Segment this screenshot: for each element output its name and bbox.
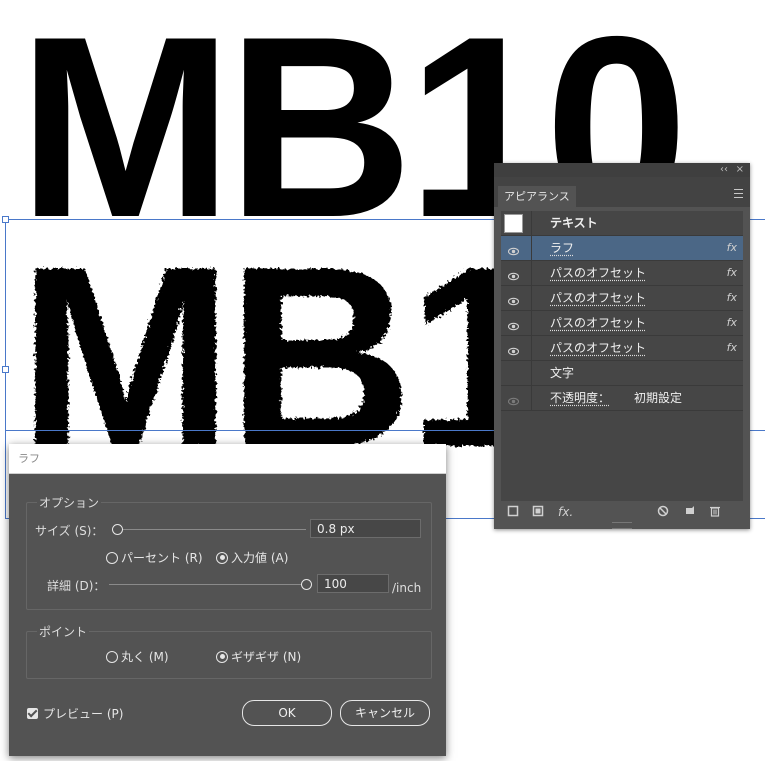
fx-effect-icon[interactable]: fx xyxy=(727,311,737,335)
fx-effect-icon[interactable]: fx xyxy=(727,261,737,285)
duplicate-item-icon[interactable] xyxy=(684,505,696,521)
panel-menu-icon[interactable] xyxy=(734,189,743,198)
appearance-row-label: 不透明度： xyxy=(550,391,611,405)
smooth-radio[interactable]: 丸く (M) xyxy=(106,648,169,665)
dialog-title[interactable]: ラフ xyxy=(9,444,446,474)
appearance-row[interactable]: テキスト xyxy=(501,211,743,236)
size-slider-knob[interactable] xyxy=(112,524,123,535)
points-group-title: ポイント xyxy=(37,623,90,640)
selection-handle-top-left[interactable] xyxy=(2,216,9,223)
rough-dialog: ラフ オプション サイズ (S)： 0.8 px パーセント (R) 入力値 (… xyxy=(9,444,446,756)
close-panel-icon[interactable]: × xyxy=(736,163,744,177)
detail-input[interactable]: 100 xyxy=(317,574,389,593)
appearance-row[interactable]: パスのオフセット fx xyxy=(501,311,743,336)
row-divider xyxy=(531,311,532,335)
new-fill-icon[interactable] xyxy=(532,505,544,521)
corner-radio[interactable]: ギザギザ (N) xyxy=(216,648,301,665)
appearance-row-label[interactable]: パスのオフセット xyxy=(550,336,646,360)
size-label: サイズ (S)： xyxy=(35,524,104,538)
row-divider xyxy=(531,211,532,235)
appearance-row[interactable]: パスのオフセット fx xyxy=(501,286,743,311)
relative-radio-label: パーセント (R) xyxy=(121,551,203,565)
appearance-row-label: テキスト xyxy=(550,216,598,230)
collapse-panel-icon[interactable]: ‹‹ xyxy=(720,163,728,177)
visibility-eye-icon[interactable] xyxy=(507,342,520,356)
appearance-row-label[interactable]: パスのオフセット xyxy=(550,311,646,335)
options-group-title: オプション xyxy=(37,494,102,511)
size-slider-track[interactable] xyxy=(116,529,306,530)
appearance-row[interactable]: パスのオフセット fx xyxy=(501,261,743,286)
absolute-radio-circle[interactable] xyxy=(216,551,228,564)
visibility-eye-icon[interactable] xyxy=(507,267,520,281)
fx-effect-icon[interactable]: fx xyxy=(727,286,737,310)
appearance-row-label[interactable]: パスのオフセット xyxy=(550,286,646,310)
row-divider xyxy=(531,336,532,360)
visibility-eye-icon[interactable] xyxy=(507,292,520,306)
opacity-value: 初期設定 xyxy=(634,391,683,405)
preview-checkbox[interactable]: プレビュー (P) xyxy=(27,705,123,722)
appearance-row-label: 文字 xyxy=(550,366,575,380)
smooth-radio-circle[interactable] xyxy=(106,650,118,663)
detail-label: 詳細 (D)： xyxy=(47,579,106,593)
fx-menu-icon[interactable]: fx. xyxy=(558,504,573,520)
appearance-panel: ‹‹ × アピアランス テキストラフ fx パスのオフセット fx パスのオフセット fx… xyxy=(494,163,750,529)
corner-radio-circle[interactable] xyxy=(216,650,228,663)
absolute-radio[interactable]: 入力値 (A) xyxy=(216,549,288,566)
absolute-radio-label: 入力値 (A) xyxy=(231,551,289,565)
clear-appearance-icon[interactable] xyxy=(657,505,669,521)
detail-slider-track[interactable] xyxy=(109,584,305,585)
appearance-row[interactable]: パスのオフセット fx xyxy=(501,336,743,361)
relative-radio[interactable]: パーセント (R) xyxy=(106,549,203,566)
tab-appearance[interactable]: アピアランス xyxy=(498,186,576,207)
detail-unit: /inch xyxy=(392,581,422,595)
row-divider xyxy=(531,286,532,310)
fx-effect-icon[interactable]: fx xyxy=(727,236,737,260)
appearance-row-label[interactable]: ラフ xyxy=(550,236,574,260)
panel-resize-grip[interactable] xyxy=(612,522,632,529)
visibility-eye-icon[interactable] xyxy=(507,242,520,256)
smooth-radio-label: 丸く (M) xyxy=(121,650,169,664)
preview-checkbox-label: プレビュー (P) xyxy=(43,707,124,721)
relative-radio-circle[interactable] xyxy=(106,551,118,564)
appearance-row[interactable]: 文字 xyxy=(501,361,743,386)
row-divider xyxy=(531,386,532,410)
appearance-list: テキスト ラフ fx パスのオフセット fx パスのオフセット fx パスのオフセット fx パス… xyxy=(501,211,743,501)
panel-title-bar[interactable]: ‹‹ × xyxy=(494,163,750,177)
row-divider xyxy=(531,361,532,385)
fx-effect-icon[interactable]: fx xyxy=(727,336,737,360)
new-stroke-icon[interactable] xyxy=(507,505,519,521)
corner-radio-label: ギザギザ (N) xyxy=(231,650,302,664)
trash-icon[interactable] xyxy=(709,505,721,521)
appearance-row[interactable]: ラフ fx xyxy=(501,236,743,261)
ok-button[interactable]: OK xyxy=(242,700,332,726)
visibility-eye-icon[interactable] xyxy=(507,317,520,331)
size-input[interactable]: 0.8 px xyxy=(310,519,421,538)
visibility-eye-icon[interactable] xyxy=(507,392,520,406)
panel-footer: fx. xyxy=(494,503,750,523)
appearance-row-label[interactable]: パスのオフセット xyxy=(550,261,646,285)
cancel-button[interactable]: キャンセル xyxy=(340,700,430,726)
fill-swatch[interactable] xyxy=(504,214,523,233)
preview-checkbox-box[interactable] xyxy=(27,708,38,719)
selection-handle-middle-left[interactable] xyxy=(2,366,9,373)
appearance-row[interactable]: 不透明度： 初期設定 xyxy=(501,386,743,411)
row-divider xyxy=(531,261,532,285)
row-divider xyxy=(531,236,532,260)
detail-slider-knob[interactable] xyxy=(301,579,312,590)
